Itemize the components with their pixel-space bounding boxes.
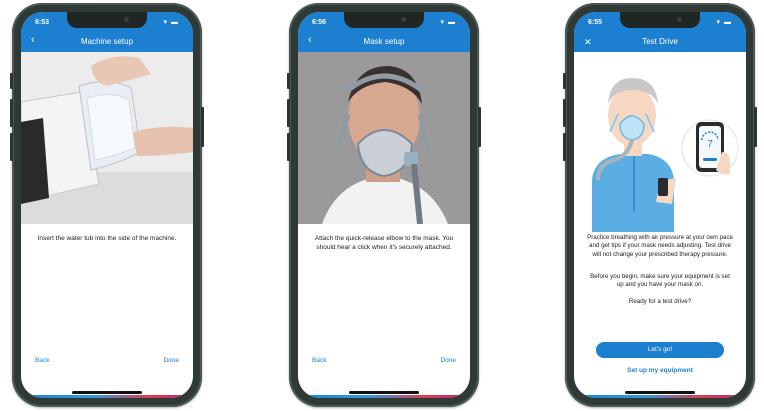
screen: 6:55 ▾ ▬ ✕ Test Drive 7 Practice breathi… bbox=[574, 12, 746, 398]
side-button bbox=[478, 107, 481, 147]
brand-strip bbox=[298, 395, 470, 398]
camera-icon bbox=[677, 17, 682, 22]
nav-bar: ✕ Test Drive bbox=[574, 32, 746, 52]
intro-paragraph: Practice breathing with air pressure at … bbox=[587, 234, 733, 258]
screen: 6:53 ▾ ▬ ‹ Machine setup Insert the wate… bbox=[21, 12, 193, 398]
camera-icon bbox=[401, 17, 406, 22]
camera-icon bbox=[124, 17, 129, 22]
status-icons: ▾ ▬ bbox=[716, 19, 732, 26]
ready-question: Ready for a test drive? bbox=[628, 298, 692, 305]
notch bbox=[620, 12, 700, 28]
home-indicator[interactable] bbox=[625, 391, 695, 394]
page-title: Mask setup bbox=[363, 37, 405, 46]
lets-go-button[interactable]: Let's go! bbox=[596, 342, 724, 358]
side-button bbox=[563, 73, 566, 89]
side-button bbox=[563, 99, 566, 127]
side-button bbox=[754, 107, 757, 147]
device-pressure-reading: 7 bbox=[707, 139, 713, 150]
phone-mask-setup: 6:56 ▾ ▬ ‹ Mask setup Attach the quick-r… bbox=[287, 3, 481, 407]
side-button bbox=[563, 133, 566, 161]
home-indicator[interactable] bbox=[349, 391, 419, 394]
done-link[interactable]: Done bbox=[440, 357, 456, 364]
status-icons: ▾ ▬ bbox=[163, 19, 179, 26]
status-icons: ▾ ▬ bbox=[440, 19, 456, 26]
notch bbox=[67, 12, 147, 28]
brand-strip bbox=[21, 395, 193, 398]
side-button bbox=[10, 99, 13, 127]
page-title: Machine setup bbox=[80, 37, 134, 46]
screen: 6:56 ▾ ▬ ‹ Mask setup Attach the quick-r… bbox=[298, 12, 470, 398]
side-button bbox=[10, 73, 13, 89]
back-link[interactable]: Back bbox=[312, 357, 326, 364]
nav-bar: ‹ Mask setup bbox=[298, 32, 470, 52]
home-indicator[interactable] bbox=[72, 391, 142, 394]
side-button bbox=[201, 107, 204, 147]
side-button bbox=[287, 133, 290, 161]
notch bbox=[344, 12, 424, 28]
prep-paragraph: Before you begin, make sure your equipme… bbox=[590, 273, 730, 289]
phone-test-drive: 6:55 ▾ ▬ ✕ Test Drive 7 Practice breathi… bbox=[563, 3, 757, 407]
side-button bbox=[10, 133, 13, 161]
back-link[interactable]: Back bbox=[35, 357, 49, 364]
status-time: 6:55 bbox=[588, 19, 603, 26]
brand-strip bbox=[574, 395, 746, 398]
mask-photo bbox=[298, 52, 470, 224]
done-link[interactable]: Done bbox=[163, 357, 179, 364]
status-time: 6:56 bbox=[312, 19, 327, 26]
set-up-equipment-link[interactable]: Set up my equipment bbox=[574, 367, 746, 374]
test-drive-illustration: 7 bbox=[574, 52, 746, 232]
page-title: Test Drive bbox=[642, 37, 678, 46]
phone-machine-setup: 6:53 ▾ ▬ ‹ Machine setup Insert the wate… bbox=[10, 3, 204, 407]
nav-bar: ‹ Machine setup bbox=[21, 32, 193, 52]
status-time: 6:53 bbox=[35, 19, 50, 26]
machine-photo bbox=[21, 52, 193, 224]
instruction-text: Attach the quick-release elbow to the ma… bbox=[314, 235, 454, 251]
instruction-text: Insert the water tub into the side of th… bbox=[37, 235, 177, 242]
side-button bbox=[287, 73, 290, 89]
side-button bbox=[287, 99, 290, 127]
